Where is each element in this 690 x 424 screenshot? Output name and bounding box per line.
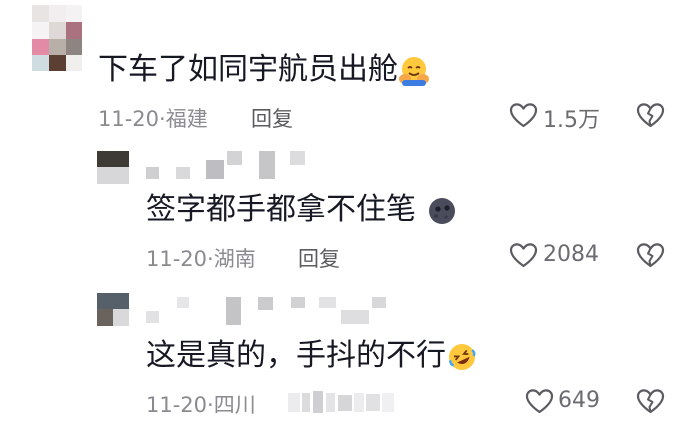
comment-date: 11-20 xyxy=(146,247,208,271)
like-count: 1.5万 xyxy=(543,108,600,133)
new-moon-face-icon xyxy=(426,195,458,227)
comment-meta: 11-20·四川 xyxy=(146,389,256,419)
comment-text: 签字都手都拿不住笔 xyxy=(146,192,458,228)
hugging-face-icon xyxy=(398,55,430,87)
meta-separator: · xyxy=(159,107,166,131)
comment-text-content: 下车了如同宇航员出舱 xyxy=(98,52,398,87)
comment-meta: 11-20·湖南 xyxy=(146,243,256,273)
comment-meta: 11-20·福建 xyxy=(98,103,208,133)
comment-text-content: 签字都手都拿不住笔 xyxy=(146,192,416,227)
dislike-icon[interactable] xyxy=(636,242,665,269)
like-icon[interactable] xyxy=(509,242,538,269)
reply-button[interactable]: 回复 xyxy=(298,243,340,273)
avatar[interactable] xyxy=(32,5,82,71)
rolling-on-floor-laughing-icon xyxy=(446,341,478,373)
comment-text-content: 这是真的，手抖的不行 xyxy=(146,338,446,373)
dislike-icon[interactable] xyxy=(636,388,665,415)
reply-button-obscured[interactable] xyxy=(286,389,404,415)
comment-text: 下车了如同宇航员出舱 xyxy=(98,52,430,88)
like-count: 649 xyxy=(558,388,600,413)
avatar[interactable] xyxy=(97,151,129,184)
like-count: 2084 xyxy=(543,242,599,267)
like-icon[interactable] xyxy=(525,388,554,415)
comment-date: 11-20 xyxy=(98,107,160,131)
like-icon[interactable] xyxy=(509,102,538,129)
comment-text: 这是真的，手抖的不行 xyxy=(146,338,478,374)
avatar[interactable] xyxy=(97,293,129,326)
comment-date: 11-20 xyxy=(146,393,208,417)
meta-separator: · xyxy=(207,393,214,417)
dislike-icon[interactable] xyxy=(636,102,665,129)
comment-location: 湖南 xyxy=(213,247,256,271)
comment-location: 福建 xyxy=(165,107,208,131)
reply-button[interactable]: 回复 xyxy=(251,103,293,133)
meta-separator: · xyxy=(207,247,214,271)
comment-location: 四川 xyxy=(213,393,256,417)
